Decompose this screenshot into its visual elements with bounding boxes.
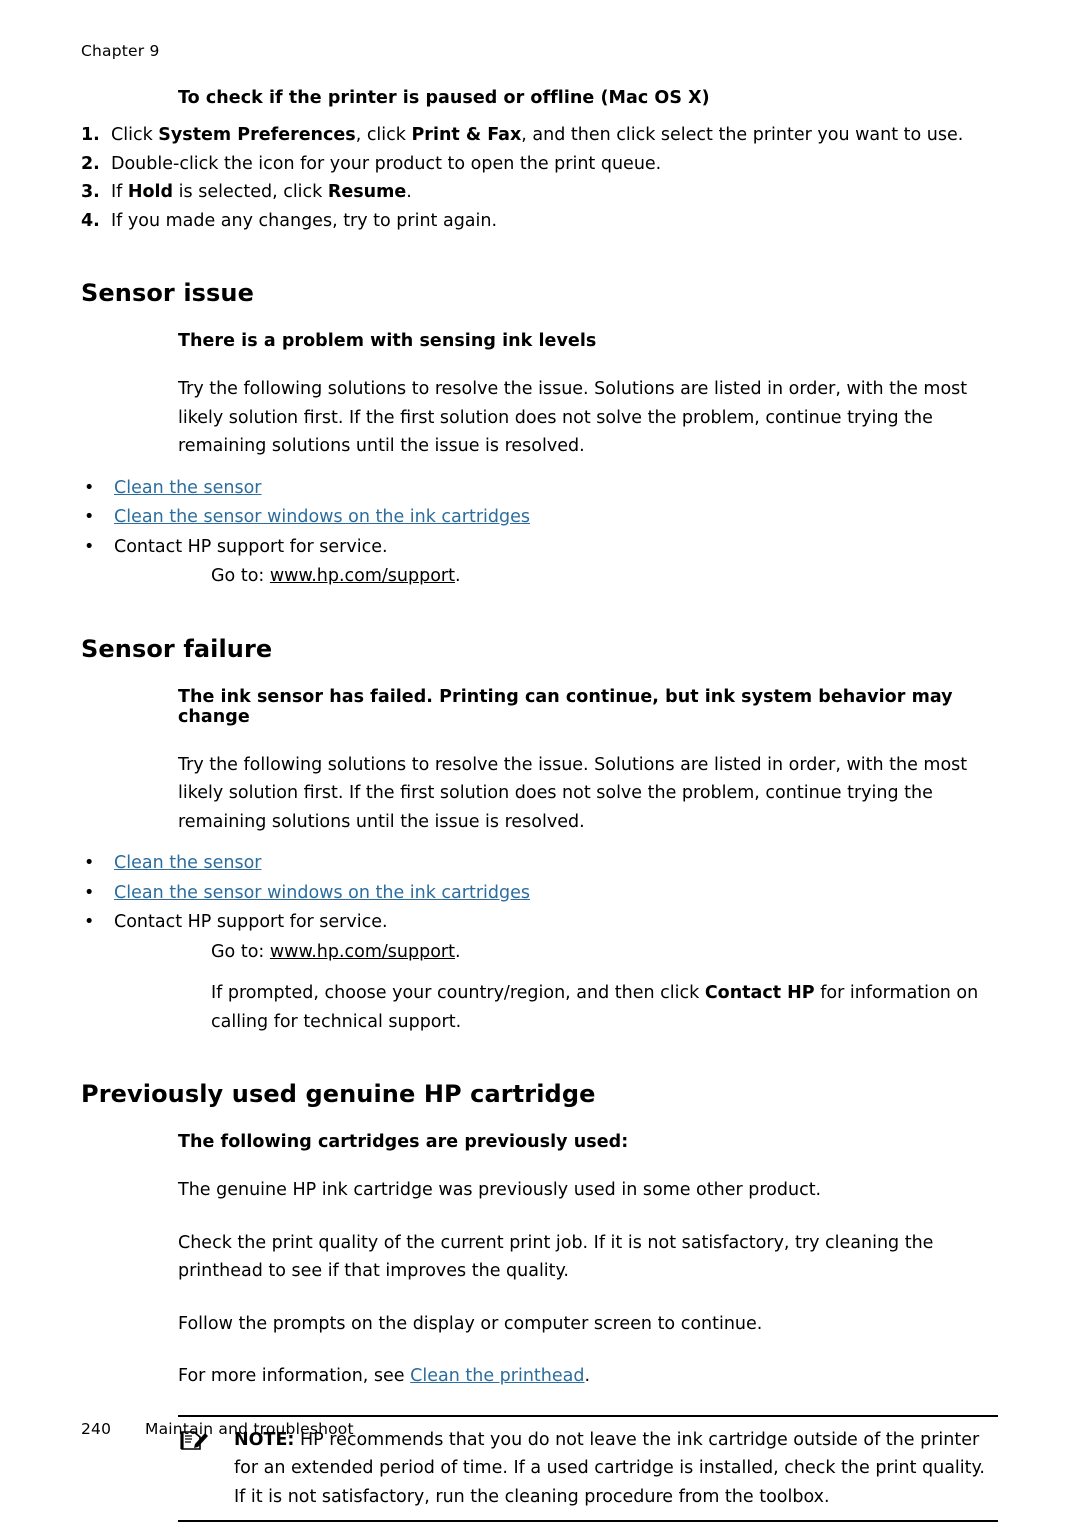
list-item: • Clean the sensor windows on the ink ca… [81,503,999,533]
sensor-failure-paragraph: Try the following solutions to resolve t… [178,751,999,837]
sensor-failure-bullets: • Clean the sensor • Clean the sensor wi… [81,849,999,938]
note-content: NOTE: HP recommends that you do not leav… [178,1426,998,1512]
list-item: • Clean the sensor [81,849,999,879]
list-item: 4. If you made any changes, try to print… [81,207,999,236]
list-item: 2. Double-click the icon for your produc… [81,150,999,179]
previously-used-paragraph-2: Check the print quality of the current p… [178,1229,999,1286]
sensor-issue-goto: Go to: www.hp.com/support. [211,562,999,591]
bullet-dot: • [84,533,94,563]
list-item: 3. If Hold is selected, click Resume. [81,178,999,207]
step-number: 2. [81,150,100,179]
list-item: • Contact HP support for service. [81,533,999,563]
bullet-dot: • [84,474,94,504]
step-text: If Hold is selected, click Resume. [111,182,412,202]
document-page: Chapter 9 To check if the printer is pau… [0,0,1080,1495]
link-clean-sensor-windows[interactable]: Clean the sensor windows on the ink cart… [114,883,530,903]
chapter-label: Chapter 9 [81,42,160,60]
link-clean-the-sensor[interactable]: Clean the sensor [114,478,262,498]
step-text: Click System Preferences, click Print & … [111,125,963,145]
previously-used-more-info: For more information, see Clean the prin… [178,1362,999,1391]
bullet-dot: • [84,849,94,879]
list-item: • Contact HP support for service. [81,908,999,938]
list-item: • Clean the sensor [81,474,999,504]
link-hp-support-url[interactable]: www.hp.com/support [270,566,455,586]
bullet-dot: • [84,908,94,938]
step-number: 1. [81,121,100,150]
step-text: Double-click the icon for your product t… [111,154,661,174]
bullet-dot: • [84,503,94,533]
step-number: 4. [81,207,100,236]
page-content: To check if the printer is paused or off… [81,88,999,1522]
sensor-issue-subtitle: There is a problem with sensing ink leve… [178,331,999,351]
link-clean-the-printhead[interactable]: Clean the printhead [410,1366,584,1386]
sensor-failure-subtitle: The ink sensor has failed. Printing can … [178,687,978,727]
list-item: • Clean the sensor windows on the ink ca… [81,879,999,909]
sensor-failure-goto: Go to: www.hp.com/support. [211,938,999,967]
sensor-issue-paragraph: Try the following solutions to resolve t… [178,375,999,461]
link-hp-support-url[interactable]: www.hp.com/support [270,942,455,962]
mac-check-steps: 1. Click System Preferences, click Print… [81,121,999,235]
step-number: 3. [81,178,100,207]
mac-check-heading: To check if the printer is paused or off… [178,88,999,108]
sensor-failure-closing: If prompted, choose your country/region,… [211,979,1011,1036]
previously-used-subtitle: The following cartridges are previously … [178,1132,999,1152]
link-clean-sensor-windows[interactable]: Clean the sensor windows on the ink cart… [114,507,530,527]
bullet-text: Contact HP support for service. [114,912,388,932]
previously-used-paragraph-1: The genuine HP ink cartridge was previou… [178,1176,999,1205]
sensor-failure-title: Sensor failure [81,635,999,663]
footer-page-number: 240 [81,1420,145,1438]
sensor-issue-bullets: • Clean the sensor • Clean the sensor wi… [81,474,999,563]
bullet-dot: • [84,879,94,909]
link-clean-the-sensor[interactable]: Clean the sensor [114,853,262,873]
previously-used-title: Previously used genuine HP cartridge [81,1080,999,1108]
page-footer: 240Maintain and troubleshoot [81,1420,354,1438]
previously-used-paragraph-3: Follow the prompts on the display or com… [178,1310,999,1339]
bullet-text: Contact HP support for service. [114,537,388,557]
footer-title: Maintain and troubleshoot [145,1420,354,1438]
step-text: If you made any changes, try to print ag… [111,211,497,231]
sensor-issue-title: Sensor issue [81,279,999,307]
list-item: 1. Click System Preferences, click Print… [81,121,999,150]
